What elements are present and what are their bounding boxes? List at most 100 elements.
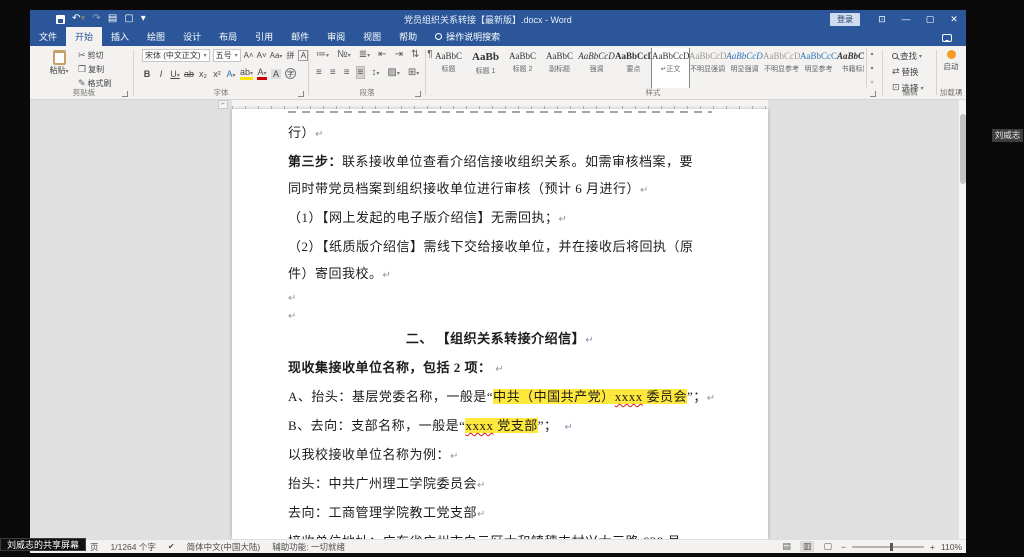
- character-border-button[interactable]: A: [298, 50, 309, 61]
- copy-button[interactable]: ❐ 复制: [76, 63, 114, 76]
- restore-button[interactable]: ▢: [918, 10, 942, 28]
- tab-selector[interactable]: ⌐: [218, 100, 228, 109]
- decrease-indent-icon[interactable]: ⇤: [377, 49, 387, 60]
- page-indicator[interactable]: 页: [90, 541, 99, 553]
- paragraph-dialog-launcher[interactable]: [415, 91, 421, 97]
- read-mode-icon[interactable]: ▤: [779, 541, 794, 552]
- close-button[interactable]: ✕: [942, 10, 966, 28]
- cut-button[interactable]: ✂ 剪切: [76, 49, 114, 62]
- ribbon-tab-引用[interactable]: 引用: [246, 27, 282, 46]
- tellme-search[interactable]: 操作说明搜索: [426, 27, 509, 46]
- accessibility-status[interactable]: 辅助功能: 一切就绪: [272, 541, 345, 553]
- subscript-button[interactable]: x₂: [198, 69, 208, 79]
- replace-button[interactable]: ⇄ 替换: [890, 65, 926, 79]
- document-text-line[interactable]: （2）【纸质版介绍信】需线下交给接收单位，并在接收后将回执（原: [288, 233, 712, 260]
- document-page[interactable]: 行）↵ 第三步：联系接收单位查看介绍信接收组织关系。如需审核档案，要 同时带党员档案…: [232, 109, 768, 539]
- font-family-combo[interactable]: 宋体 (中文正文) ▾: [142, 49, 210, 62]
- superscript-button[interactable]: x²: [212, 69, 222, 79]
- web-layout-icon[interactable]: ▢: [820, 541, 835, 552]
- zoom-slider[interactable]: [851, 542, 924, 551]
- zoom-in-icon[interactable]: +: [930, 542, 935, 552]
- document-text-line[interactable]: ↵: [288, 289, 712, 307]
- document-text-line[interactable]: 二、 【组织关系转接介绍信】↵: [288, 325, 712, 354]
- align-left-icon[interactable]: ≡: [315, 67, 323, 78]
- vertical-scrollbar[interactable]: [958, 100, 966, 539]
- language-indicator[interactable]: 简体中文(中国大陆): [187, 541, 261, 553]
- zoom-level[interactable]: 110%: [941, 542, 962, 552]
- proofing-icon[interactable]: ✔: [168, 542, 175, 551]
- font-dialog-launcher[interactable]: [298, 91, 304, 97]
- bold-button[interactable]: B: [142, 69, 152, 79]
- document-text-line[interactable]: 现收集接收单位名称，包括 2 项： ↵: [288, 354, 712, 383]
- zoom-slider-thumb[interactable]: [889, 542, 893, 551]
- numbering-icon[interactable]: №▾: [336, 49, 352, 60]
- document-area[interactable]: ⌐ 行）↵ 第三步：联系接收单位查看介绍信接收组织关系。如需审核档案，要 同时带党员…: [30, 100, 966, 539]
- comments-icon[interactable]: [942, 34, 952, 42]
- multilevel-list-icon[interactable]: ≣▾: [358, 49, 371, 60]
- spelling-icon[interactable]: ▤: [108, 14, 117, 24]
- document-text-line[interactable]: 行）↵: [288, 119, 712, 148]
- align-right-icon[interactable]: ≡: [343, 67, 351, 78]
- save-icon[interactable]: [56, 14, 65, 24]
- scrollbar-thumb[interactable]: [960, 114, 966, 184]
- ribbon-display-options-icon[interactable]: ⊡: [870, 10, 894, 28]
- align-center-icon[interactable]: ≡: [329, 67, 337, 78]
- document-text-line[interactable]: ↵: [288, 307, 712, 325]
- bullets-icon[interactable]: ≔▾: [315, 49, 330, 60]
- ribbon-tab-绘图[interactable]: 绘图: [138, 27, 174, 46]
- style-item[interactable]: AaBbCcC 明显参考: [800, 48, 837, 88]
- underline-button[interactable]: U▾: [170, 69, 180, 79]
- style-item[interactable]: AaBbCcD 强调: [578, 48, 615, 88]
- find-button[interactable]: 查找 ▾: [890, 49, 926, 63]
- sort-icon[interactable]: ⇅: [410, 49, 420, 60]
- text-highlight-button[interactable]: ab▾: [240, 67, 254, 80]
- ribbon-tab-帮助[interactable]: 帮助: [390, 27, 426, 46]
- change-case-button[interactable]: Aa▾: [270, 51, 283, 60]
- grow-font-button[interactable]: A˄: [244, 51, 254, 60]
- document-text-line[interactable]: 第三步：联系接收单位查看介绍信接收组织关系。如需审核档案，要: [288, 148, 712, 175]
- borders-icon[interactable]: ⊞▾: [407, 67, 420, 78]
- justify-icon[interactable]: ≡: [355, 66, 366, 79]
- document-text-line[interactable]: 件）寄回我校。↵: [288, 260, 712, 289]
- document-text-line[interactable]: B、去向：支部名称，一般是“xxxx 党支部”； ↵: [288, 412, 712, 441]
- styles-gallery-scroll[interactable]: ▴ ▾ ▿: [866, 48, 877, 88]
- enclose-characters-button[interactable]: 字: [285, 68, 297, 79]
- addin-launch-button[interactable]: 启动: [938, 50, 964, 72]
- style-item[interactable]: AaBbCcD 书籍标题: [837, 48, 864, 88]
- text-effects-button[interactable]: A▾: [226, 69, 236, 79]
- document-text-line[interactable]: （1）【网上发起的电子版介绍信】无需回执；↵: [288, 204, 712, 233]
- character-shading-button[interactable]: A: [271, 68, 282, 79]
- ribbon-tab-文件[interactable]: 文件: [30, 27, 66, 46]
- line-spacing-icon[interactable]: ↕▾: [370, 67, 380, 78]
- style-item[interactable]: AaBbCcD 要点: [615, 48, 652, 88]
- collapse-ribbon-icon[interactable]: ∧: [957, 87, 963, 96]
- signin-button[interactable]: 登录: [830, 12, 860, 26]
- clipboard-dialog-launcher[interactable]: [122, 91, 128, 97]
- paste-button[interactable]: 粘贴▾: [44, 50, 74, 76]
- strikethrough-button[interactable]: ab: [184, 69, 194, 79]
- style-item[interactable]: AaBbC 标题: [430, 48, 467, 88]
- font-color-button[interactable]: A▾: [257, 67, 268, 80]
- document-text-line[interactable]: A、抬头：基层党委名称，一般是“中共（中国共产党）xxxx 委员会”；↵: [288, 383, 715, 412]
- ribbon-tab-布局[interactable]: 布局: [210, 27, 246, 46]
- styles-dialog-launcher[interactable]: [870, 91, 876, 97]
- print-layout-icon[interactable]: ▥: [799, 541, 815, 552]
- new-document-icon[interactable]: ▢: [124, 14, 133, 24]
- document-text-line[interactable]: 同时带党员档案到组织接收单位进行审核（预计 6 月进行）↵: [288, 175, 712, 204]
- shrink-font-button[interactable]: A˅: [257, 51, 267, 60]
- style-item[interactable]: AaBbCcDd 不明显强调: [689, 48, 726, 88]
- style-item[interactable]: AaBbCcDd ↵正文: [651, 48, 690, 88]
- style-item[interactable]: AaBbC 副标题: [541, 48, 578, 88]
- undo-icon[interactable]: ↶▾: [72, 14, 85, 24]
- style-item[interactable]: AaBbCcD 不明显参考: [763, 48, 800, 88]
- phonetic-guide-button[interactable]: 拼: [285, 50, 295, 61]
- document-text-line[interactable]: 以我校接收单位名称为例：↵: [288, 441, 712, 470]
- italic-button[interactable]: I: [156, 69, 166, 79]
- document-text-line[interactable]: 去向：工商管理学院教工党支部↵: [288, 499, 712, 528]
- zoom-out-icon[interactable]: −: [841, 542, 846, 552]
- ribbon-tab-插入[interactable]: 插入: [102, 27, 138, 46]
- redo-icon[interactable]: ↷: [92, 14, 100, 24]
- ribbon-tab-审阅[interactable]: 审阅: [318, 27, 354, 46]
- shading-icon[interactable]: ▨▾: [386, 67, 400, 78]
- word-count[interactable]: 1/1264 个字: [111, 541, 156, 553]
